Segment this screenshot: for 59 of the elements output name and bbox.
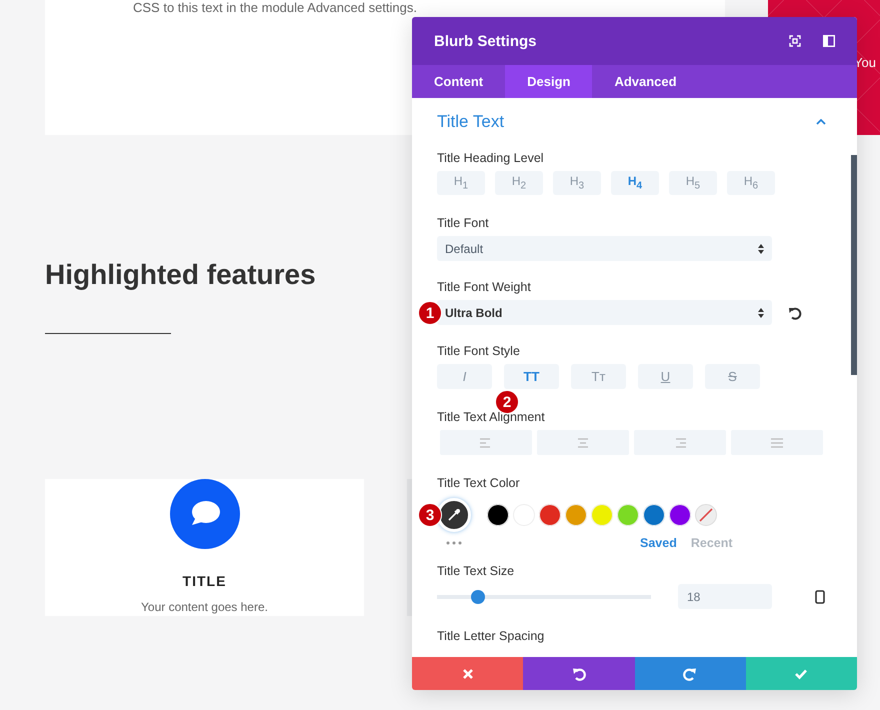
- field-label: Title Text Size: [437, 564, 516, 578]
- field-label: Title Letter Spacing: [437, 629, 546, 643]
- heading-option[interactable]: H$_{6}$: [727, 171, 775, 195]
- blurb-title: TITLE: [182, 573, 226, 589]
- sort-arrows-icon: [758, 244, 764, 254]
- heading-option[interactable]: H$_{3}$: [553, 171, 601, 195]
- heading-option[interactable]: H$_{2}$: [495, 171, 543, 195]
- chevron-icon[interactable]: [816, 119, 826, 125]
- font-select[interactable]: Default: [437, 236, 772, 261]
- sort-arrows-icon: [758, 308, 764, 318]
- blurb-text: Your content goes here.: [141, 600, 268, 614]
- color-swatch[interactable]: [617, 504, 639, 526]
- sidebar-layout-icon[interactable]: [823, 35, 835, 47]
- more-icon[interactable]: [446, 541, 462, 545]
- slider-thumb[interactable]: [470, 590, 485, 604]
- panel-tab[interactable]: Content: [412, 65, 506, 98]
- align-right-icon: [674, 438, 686, 448]
- fullscreen-icon[interactable]: [789, 35, 801, 47]
- font-style-option[interactable]: I: [437, 364, 492, 389]
- phone-icon[interactable]: [815, 590, 825, 604]
- heading-option[interactable]: H$_{4}$: [611, 171, 659, 195]
- section-title[interactable]: Title Text: [437, 112, 504, 132]
- palette-tab[interactable]: Saved: [640, 536, 677, 550]
- align-justify-icon: [771, 438, 783, 448]
- eyedropper-icon: [447, 508, 461, 522]
- font-weight-select[interactable]: Ultra Bold: [437, 300, 772, 325]
- heading-option[interactable]: H$_{1}$: [437, 171, 485, 195]
- field-label: Title Text Color: [437, 476, 521, 490]
- panel-title: Blurb Settings: [434, 32, 537, 50]
- reset-icon[interactable]: [788, 306, 802, 320]
- size-input[interactable]: 18: [678, 584, 772, 609]
- color-swatch[interactable]: [591, 504, 613, 526]
- color-swatch[interactable]: [565, 504, 587, 526]
- color-swatch[interactable]: [539, 504, 561, 526]
- intro-text: CSS to this text in the module Advanced settings.: [133, 0, 417, 15]
- font-style-option[interactable]: S: [705, 364, 760, 389]
- field-label: Title Heading Level: [437, 151, 545, 165]
- palette-tab[interactable]: Recent: [690, 536, 733, 550]
- font-style-option[interactable]: Tт: [571, 364, 626, 389]
- field-label: Title Font: [437, 216, 490, 230]
- section-heading: Highlighted features: [45, 259, 316, 291]
- field-label: Title Font Style: [437, 344, 521, 358]
- color-swatch[interactable]: [669, 504, 691, 526]
- color-swatch[interactable]: [487, 504, 509, 526]
- field-label: Title Font Weight: [437, 280, 532, 294]
- redo-icon: [683, 666, 698, 680]
- font-style-option[interactable]: TT: [504, 364, 559, 389]
- align-center-icon: [577, 438, 589, 448]
- panel-tab[interactable]: Advanced: [592, 65, 699, 98]
- panel-tab[interactable]: Design: [505, 65, 592, 98]
- close-icon: [460, 666, 475, 680]
- step-marker: 3: [418, 503, 442, 527]
- font-style-option[interactable]: U: [638, 364, 693, 389]
- no-color-icon[interactable]: [695, 504, 717, 526]
- heading-option[interactable]: H$_{5}$: [669, 171, 717, 195]
- step-marker: 1: [418, 301, 442, 325]
- align-left-icon: [480, 438, 492, 448]
- color-swatch[interactable]: [643, 504, 665, 526]
- undo-icon: [572, 666, 586, 680]
